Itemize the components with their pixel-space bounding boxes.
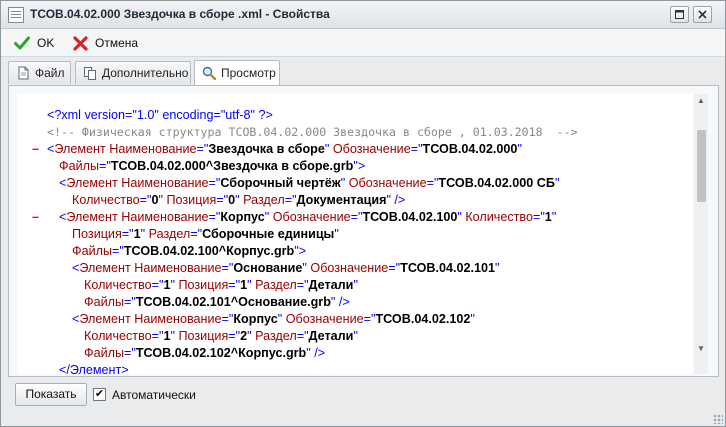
collapse-toggle[interactable]: – bbox=[32, 141, 39, 158]
scroll-up-icon[interactable]: ▲ bbox=[694, 94, 708, 108]
auto-label: Автоматически bbox=[112, 388, 196, 402]
preview-panel: <?xml version="1.0" encoding="utf-8" ?> … bbox=[8, 85, 719, 377]
ok-label: OK bbox=[37, 36, 55, 50]
properties-window: ТСОВ.04.02.000 Звездочка в сборе .xml - … bbox=[0, 0, 726, 427]
tab-preview-label: Просмотр bbox=[221, 66, 276, 80]
tab-additional[interactable]: Дополнительно bbox=[75, 61, 191, 84]
cancel-button[interactable]: Отмена bbox=[67, 33, 142, 53]
xml-document: <?xml version="1.0" encoding="utf-8" ?> … bbox=[17, 107, 693, 374]
close-icon bbox=[698, 10, 707, 19]
window-icon bbox=[8, 7, 24, 23]
xml-line: Файлы="ТСОВ.04.02.101^Основание.grb" /> bbox=[84, 295, 350, 309]
tab-file-label: Файл bbox=[35, 66, 65, 80]
xml-line: Позиция="1" Раздел="Сборочные единицы" bbox=[72, 227, 339, 241]
cross-icon bbox=[71, 34, 89, 52]
xml-line: <Элемент Наименование="Основание" Обозна… bbox=[72, 261, 500, 275]
tab-bar: Файл Дополнительно Просмотр bbox=[8, 60, 719, 85]
file-icon bbox=[16, 66, 30, 80]
xml-line: Количество="1" Позиция="2" Раздел="Детал… bbox=[84, 329, 358, 343]
xml-line: Количество="1" Позиция="1" Раздел="Детал… bbox=[84, 278, 358, 292]
xml-viewer[interactable]: <?xml version="1.0" encoding="utf-8" ?> … bbox=[17, 94, 693, 374]
xml-line: Файлы="ТСОВ.04.02.000^Звездочка в сборе.… bbox=[59, 159, 366, 173]
cancel-label: Отмена bbox=[95, 36, 139, 50]
xml-comment: <!-- Физическая структура ТСОВ.04.02.000… bbox=[47, 125, 578, 139]
tab-additional-label: Дополнительно bbox=[102, 66, 189, 80]
vertical-scrollbar[interactable]: ▲ ▼ bbox=[694, 94, 708, 374]
xml-line: <Элемент Наименование="Корпус" Обозначен… bbox=[72, 312, 475, 326]
xml-line: Файлы="ТСОВ.04.02.100^Корпус.grb"> bbox=[72, 244, 307, 258]
xml-line: Количество="0" Позиция="0" Раздел="Докум… bbox=[72, 193, 406, 207]
xml-declaration: <?xml version="1.0" encoding="utf-8" ?> bbox=[47, 108, 273, 122]
toolbar: OK Отмена bbox=[1, 29, 725, 57]
checkmark-icon bbox=[13, 34, 31, 52]
xml-line: Файлы="ТСОВ.04.02.102^Корпус.grb" /> bbox=[84, 346, 326, 360]
window-title: ТСОВ.04.02.000 Звездочка в сборе .xml - … bbox=[30, 7, 330, 21]
tab-preview[interactable]: Просмотр bbox=[194, 60, 280, 85]
resize-grip-icon[interactable] bbox=[713, 414, 723, 424]
pages-icon bbox=[83, 66, 97, 80]
scroll-thumb[interactable] bbox=[697, 130, 706, 202]
restore-button[interactable] bbox=[670, 6, 689, 23]
restore-icon bbox=[675, 10, 684, 19]
collapse-toggle[interactable]: – bbox=[32, 209, 39, 226]
tab-file[interactable]: Файл bbox=[8, 61, 71, 84]
show-button[interactable]: Показать bbox=[15, 383, 87, 406]
xml-close-tag: </Элемент> bbox=[59, 363, 129, 374]
close-button[interactable] bbox=[693, 6, 712, 23]
title-bar[interactable]: ТСОВ.04.02.000 Звездочка в сборе .xml - … bbox=[1, 1, 725, 29]
xml-line: – <Элемент Наименование="Звездочка в сбор… bbox=[32, 141, 522, 158]
xml-line: – <Элемент Наименование="Корпус" Обозначе… bbox=[32, 209, 557, 226]
ok-button[interactable]: OK bbox=[9, 33, 58, 53]
auto-checkbox[interactable]: ✔ bbox=[93, 388, 106, 401]
scroll-down-icon[interactable]: ▼ bbox=[694, 342, 708, 356]
xml-line: <Элемент Наименование="Сборочный чертёж"… bbox=[59, 176, 560, 190]
magnifier-icon bbox=[202, 66, 216, 80]
